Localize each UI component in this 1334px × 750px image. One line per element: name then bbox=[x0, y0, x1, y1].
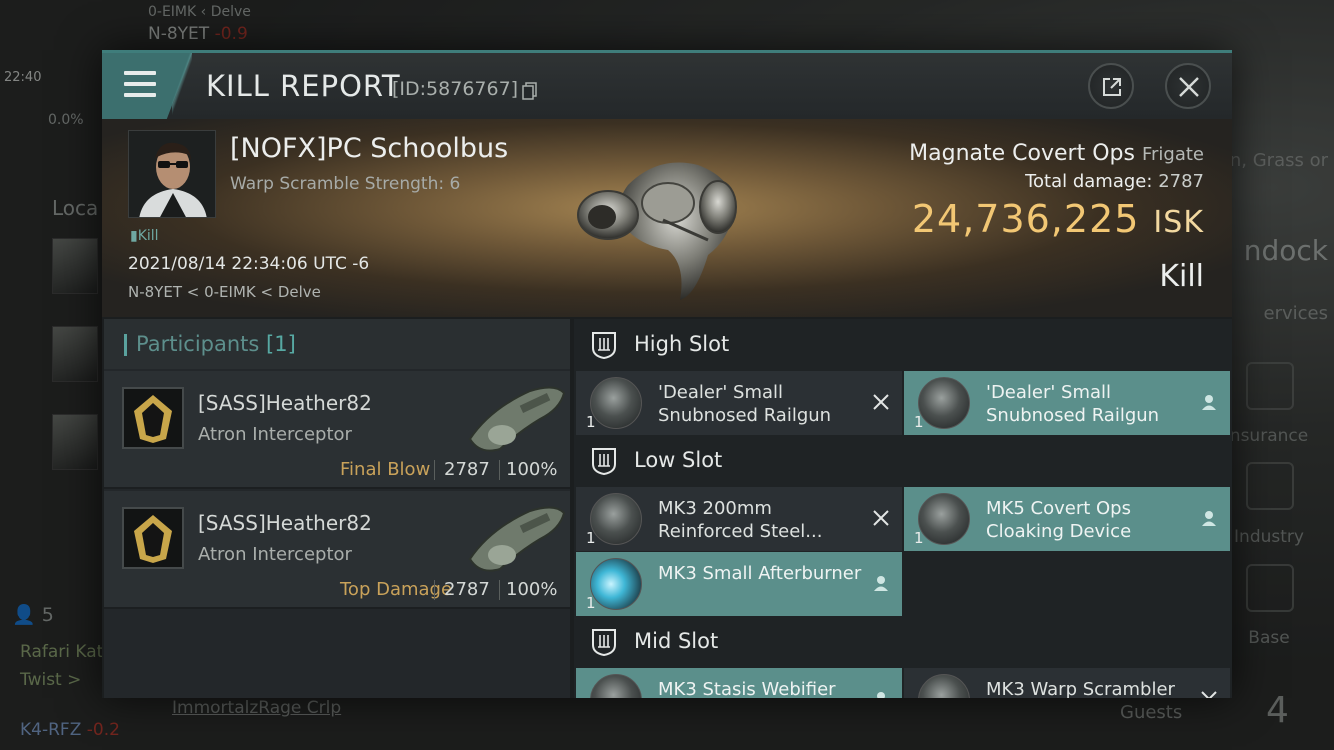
railgun-icon bbox=[918, 377, 970, 429]
afterburner-icon bbox=[590, 558, 642, 610]
participant-ship-image bbox=[468, 506, 566, 572]
menu-icon[interactable] bbox=[124, 71, 156, 97]
kill-id: [ID:5876767] bbox=[392, 78, 519, 100]
participant-row[interactable]: [SASS]Heather82 Atron Interceptor Top Da… bbox=[104, 491, 570, 609]
separator bbox=[434, 460, 435, 480]
victim-name[interactable]: [NOFX]PC Schoolbus bbox=[230, 133, 508, 164]
kill-report-window: KILL REPORT [ID:5876767] [NOFX]PC School… bbox=[102, 50, 1232, 698]
kill-location[interactable]: N-8YET < 0-EIMK < Delve bbox=[128, 283, 321, 301]
module-item[interactable]: 1 'Dealer' Small Snubnosed Railgun bbox=[576, 371, 902, 435]
participant-ship: Atron Interceptor bbox=[198, 424, 352, 445]
module-name: MK3 Small Afterburner bbox=[658, 563, 862, 584]
module-name: MK3 200mm Reinforced Steel... bbox=[658, 498, 823, 542]
dropped-person-icon bbox=[877, 692, 885, 698]
copy-icon[interactable] bbox=[522, 82, 538, 100]
module-item[interactable]: 1 MK3 Warp Scrambler bbox=[904, 668, 1230, 698]
participant-damage: 2787 bbox=[444, 459, 490, 480]
module-name: MK3 Warp Scrambler bbox=[986, 679, 1175, 698]
shield-slot-icon bbox=[592, 332, 616, 360]
participant-row[interactable]: [SASS]Heather82 Atron Interceptor Final … bbox=[104, 371, 570, 489]
module-name: 'Dealer' Small Snubnosed Railgun bbox=[658, 382, 832, 426]
shield-slot-icon bbox=[592, 629, 616, 657]
low-slot-label: Low Slot bbox=[634, 448, 723, 472]
close-icon bbox=[1179, 77, 1199, 97]
victim-ship-name[interactable]: Magnate Covert Ops Frigate bbox=[909, 141, 1204, 166]
menu-edge-decoration bbox=[172, 53, 192, 119]
armor-plate-icon bbox=[590, 493, 642, 545]
module-name: MK3 Stasis Webifier bbox=[658, 679, 836, 698]
destroyed-x-icon bbox=[873, 394, 889, 410]
title-bar: KILL REPORT [ID:5876767] bbox=[102, 53, 1232, 119]
dropped-person-icon bbox=[1202, 395, 1216, 410]
header-accent-bar bbox=[124, 334, 127, 356]
separator bbox=[434, 580, 435, 600]
kill-tag: ▮Kill bbox=[130, 228, 159, 244]
module-item[interactable]: 1 MK3 Stasis Webifier bbox=[576, 668, 902, 698]
kill-date: 2021/08/14 22:34:06 UTC -6 bbox=[128, 254, 370, 274]
module-item[interactable]: 1 'Dealer' Small Snubnosed Railgun bbox=[904, 371, 1230, 435]
external-link-button[interactable] bbox=[1088, 63, 1134, 109]
participants-panel: Participants [1] [SASS]Heather82 Atron I… bbox=[104, 319, 570, 698]
participant-role: Final Blow bbox=[340, 459, 431, 480]
victim-portrait[interactable] bbox=[128, 130, 216, 218]
railgun-icon bbox=[590, 377, 642, 429]
module-name: MK5 Covert Ops Cloaking Device bbox=[986, 498, 1132, 542]
module-qty: 1 bbox=[914, 413, 924, 431]
kill-header: [NOFX]PC Schoolbus Warp Scramble Strengt… bbox=[102, 119, 1232, 317]
result-label: Kill bbox=[1159, 259, 1204, 294]
module-item[interactable]: 1 MK3 Small Afterburner bbox=[576, 552, 902, 616]
separator bbox=[499, 460, 500, 480]
victim-ship-image[interactable] bbox=[568, 145, 758, 305]
corp-logo-icon bbox=[122, 387, 184, 449]
module-qty: 1 bbox=[586, 413, 596, 431]
module-qty: 1 bbox=[914, 529, 924, 547]
destroyed-x-icon bbox=[873, 510, 889, 526]
corp-logo-icon bbox=[122, 507, 184, 569]
destroyed-x-icon bbox=[1201, 691, 1217, 698]
cloaking-device-icon bbox=[918, 493, 970, 545]
pilot-portrait-image bbox=[129, 131, 215, 217]
module-item[interactable]: 1 MK5 Covert Ops Cloaking Device bbox=[904, 487, 1230, 551]
participant-percent: 100% bbox=[506, 579, 558, 600]
low-slot-header: Low Slot bbox=[574, 435, 1232, 487]
close-button[interactable] bbox=[1165, 63, 1211, 109]
module-qty: 1 bbox=[586, 529, 596, 547]
external-link-icon bbox=[1103, 78, 1121, 96]
separator bbox=[499, 580, 500, 600]
participant-damage: 2787 bbox=[444, 579, 490, 600]
fitting-panel: High Slot 1 'Dealer' Small Snubnosed Rai… bbox=[574, 319, 1232, 698]
module-item[interactable]: 1 MK3 200mm Reinforced Steel... bbox=[576, 487, 902, 551]
isk-value: 24,736,225 ISK bbox=[911, 197, 1204, 241]
module-name: 'Dealer' Small Snubnosed Railgun bbox=[986, 382, 1160, 426]
mid-slot-header: Mid Slot bbox=[574, 616, 1232, 668]
warp-scramble-strength: Warp Scramble Strength: 6 bbox=[230, 174, 461, 194]
high-slot-header: High Slot bbox=[574, 319, 1232, 371]
window-title: KILL REPORT bbox=[206, 69, 401, 103]
module-qty: 1 bbox=[586, 594, 596, 612]
stasis-webifier-icon bbox=[590, 674, 642, 698]
dropped-person-icon bbox=[1202, 511, 1216, 526]
shield-slot-icon bbox=[592, 448, 616, 476]
participant-name: [SASS]Heather82 bbox=[198, 511, 372, 535]
participants-header: Participants [1] bbox=[104, 319, 570, 369]
total-damage: Total damage: 2787 bbox=[1025, 171, 1204, 192]
participant-role: Top Damage bbox=[340, 579, 453, 600]
participant-percent: 100% bbox=[506, 459, 558, 480]
participant-ship-image bbox=[468, 386, 566, 452]
warp-scrambler-icon bbox=[918, 674, 970, 698]
participant-name: [SASS]Heather82 bbox=[198, 391, 372, 415]
participants-title: Participants [1] bbox=[136, 332, 296, 356]
high-slot-label: High Slot bbox=[634, 332, 730, 356]
participant-ship: Atron Interceptor bbox=[198, 544, 352, 565]
dropped-person-icon bbox=[874, 576, 888, 591]
mid-slot-label: Mid Slot bbox=[634, 629, 719, 653]
